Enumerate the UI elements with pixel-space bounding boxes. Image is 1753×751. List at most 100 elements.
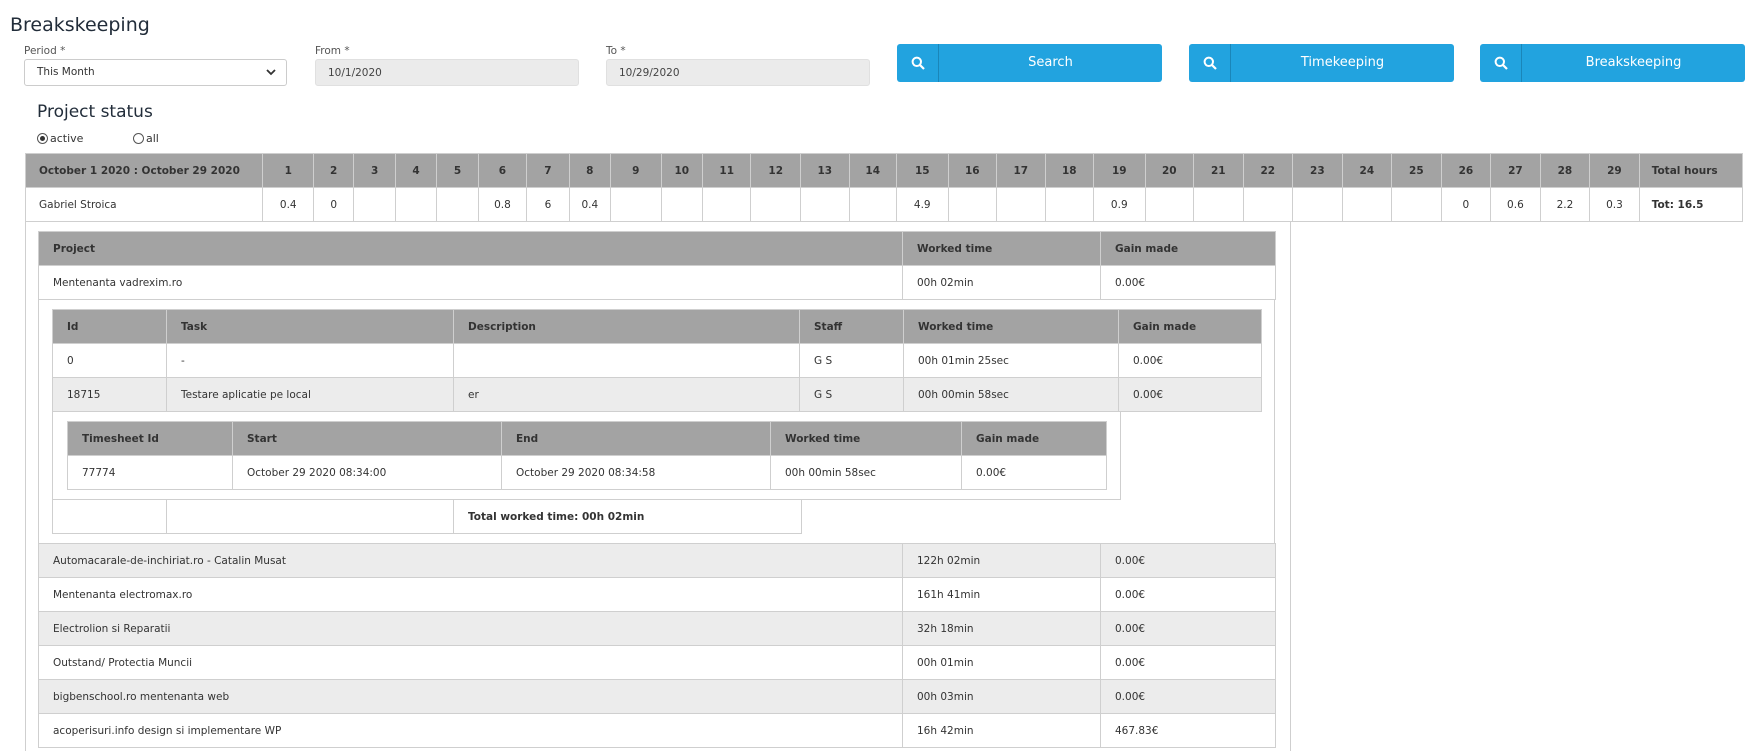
day-header: 28: [1539, 153, 1591, 188]
day-value: 0: [312, 187, 355, 222]
task-name: -: [166, 343, 454, 378]
project-row[interactable]: bigbenschool.ro mentenanta web 00h 03min 0…: [38, 679, 1276, 714]
day-header: 3: [353, 153, 396, 188]
task-id: 0: [52, 343, 167, 378]
day-value: 0.8: [477, 187, 528, 222]
task-gain-header: Gain made: [1118, 309, 1262, 344]
day-value: [436, 187, 479, 222]
search-button[interactable]: Search: [897, 44, 1162, 82]
project-gain: 0.00€: [1100, 265, 1276, 300]
project-row[interactable]: Automacarale-de-inchiriat.ro - Catalin M…: [38, 543, 1276, 578]
staff-name: Gabriel Stroica: [24, 187, 264, 222]
day-value: 0: [1440, 187, 1492, 222]
project-name: Automacarale-de-inchiriat.ro - Catalin M…: [38, 543, 903, 578]
day-header: 8: [568, 153, 612, 188]
task-id: 18715: [52, 377, 167, 412]
day-value: [1341, 187, 1393, 222]
day-header: 21: [1193, 153, 1244, 188]
timesheet-gain: 0.00€: [961, 455, 1107, 490]
project-row[interactable]: Electrolion si Reparatii 32h 18min 0.00€: [38, 611, 1276, 646]
day-value: 0.4: [568, 187, 612, 222]
day-value: [1144, 187, 1195, 222]
timesheet-header-row: Timesheet Id Start End Worked time Gain …: [67, 421, 1107, 456]
projects-header-row: Project Worked time Gain made: [38, 231, 1276, 266]
project-status-title: Project status: [37, 102, 153, 122]
project-gain: 0.00€: [1100, 577, 1276, 612]
tasks-table: Id Task Description Staff Worked time Ga…: [52, 309, 1262, 412]
day-header: 9: [610, 153, 662, 188]
task-id-header: Id: [52, 309, 167, 344]
project-gain: 0.00€: [1100, 543, 1276, 578]
day-header: 4: [394, 153, 438, 188]
timesheet-worked-time-header: Worked time: [770, 421, 962, 456]
timesheet-id: 77774: [67, 455, 233, 490]
day-value: [1391, 187, 1442, 222]
day-value: [353, 187, 396, 222]
day-value: [394, 187, 438, 222]
timesheet-worked-time: 00h 00min 58sec: [770, 455, 962, 490]
breakskeeping-button[interactable]: Breakskeeping: [1480, 44, 1745, 82]
day-value: [1292, 187, 1343, 222]
radio-active-dot[interactable]: [37, 133, 48, 144]
day-value: [996, 187, 1046, 222]
search-button-label: Search: [1028, 55, 1073, 70]
radio-all-dot[interactable]: [133, 133, 144, 144]
day-value: [701, 187, 752, 222]
day-value: 0.4: [262, 187, 314, 222]
period-select[interactable]: This Month: [24, 59, 287, 86]
timesheet-row[interactable]: 77774 October 29 2020 08:34:00 October 2…: [67, 455, 1107, 490]
task-worked-time: 00h 00min 58sec: [903, 377, 1119, 412]
radio-all[interactable]: all: [133, 132, 159, 145]
project-gain: 0.00€: [1100, 679, 1276, 714]
timesheet-table: Timesheet Id Start End Worked time Gain …: [67, 421, 1107, 490]
from-date-input[interactable]: 10/1/2020: [315, 59, 579, 86]
day-header: 7: [526, 153, 570, 188]
project-worked-time: 00h 01min: [902, 645, 1101, 680]
task-total-label: Total worked time: 00h 02min: [453, 499, 802, 534]
task-name: Testare aplicatie pe local: [166, 377, 454, 412]
project-worked-time: 122h 02min: [902, 543, 1101, 578]
gain-header: Gain made: [1100, 231, 1276, 266]
day-header: 14: [848, 153, 897, 188]
task-description: [453, 343, 800, 378]
day-value: 6: [526, 187, 570, 222]
day-value: 4.9: [895, 187, 949, 222]
day-header: 23: [1292, 153, 1343, 188]
project-row[interactable]: Mentenanta vadrexim.ro 00h 02min 0.00€: [38, 265, 1276, 300]
period-label: Period *: [24, 45, 66, 57]
timesheet-id-header: Timesheet Id: [67, 421, 233, 456]
day-header: 25: [1391, 153, 1442, 188]
timekeeping-button[interactable]: Timekeeping: [1189, 44, 1454, 82]
radio-active[interactable]: active: [37, 132, 83, 145]
day-header: 20: [1144, 153, 1195, 188]
day-value: [750, 187, 801, 222]
day-header: 18: [1044, 153, 1095, 188]
day-header: 13: [800, 153, 850, 188]
projects-table-rest: Automacarale-de-inchiriat.ro - Catalin M…: [38, 543, 1276, 748]
search-icon: [1480, 44, 1522, 82]
total-hours-header: Total hours: [1638, 153, 1744, 188]
day-header: 2: [312, 153, 355, 188]
task-gain: 0.00€: [1118, 343, 1262, 378]
project-name: acoperisuri.info design si implementare …: [38, 713, 903, 748]
project-row[interactable]: Mentenanta electromax.ro 161h 41min 0.00€: [38, 577, 1276, 612]
day-header: 17: [996, 153, 1046, 188]
timesheet-gain-header: Gain made: [961, 421, 1107, 456]
task-row[interactable]: 0 - G S 00h 01min 25sec 0.00€: [52, 343, 1262, 378]
project-row[interactable]: Outstand/ Protectia Muncii 00h 01min 0.00€: [38, 645, 1276, 680]
task-row[interactable]: 18715 Testare aplicatie pe local er G S …: [52, 377, 1262, 412]
tasks-header-row: Id Task Description Staff Worked time Ga…: [52, 309, 1262, 344]
radio-all-label: all: [146, 132, 159, 145]
project-gain: 467.83€: [1100, 713, 1276, 748]
day-value: [1242, 187, 1294, 222]
project-name: Mentenanta vadrexim.ro: [38, 265, 903, 300]
timesheet-start-header: Start: [232, 421, 502, 456]
project-worked-time: 00h 03min: [902, 679, 1101, 714]
timesheet-end-header: End: [501, 421, 771, 456]
project-row[interactable]: acoperisuri.info design si implementare …: [38, 713, 1276, 748]
day-header: 6: [477, 153, 528, 188]
task-name-header: Task: [166, 309, 454, 344]
project-name: Electrolion si Reparatii: [38, 611, 903, 646]
day-header: 1: [262, 153, 314, 188]
to-date-input[interactable]: 10/29/2020: [606, 59, 870, 86]
